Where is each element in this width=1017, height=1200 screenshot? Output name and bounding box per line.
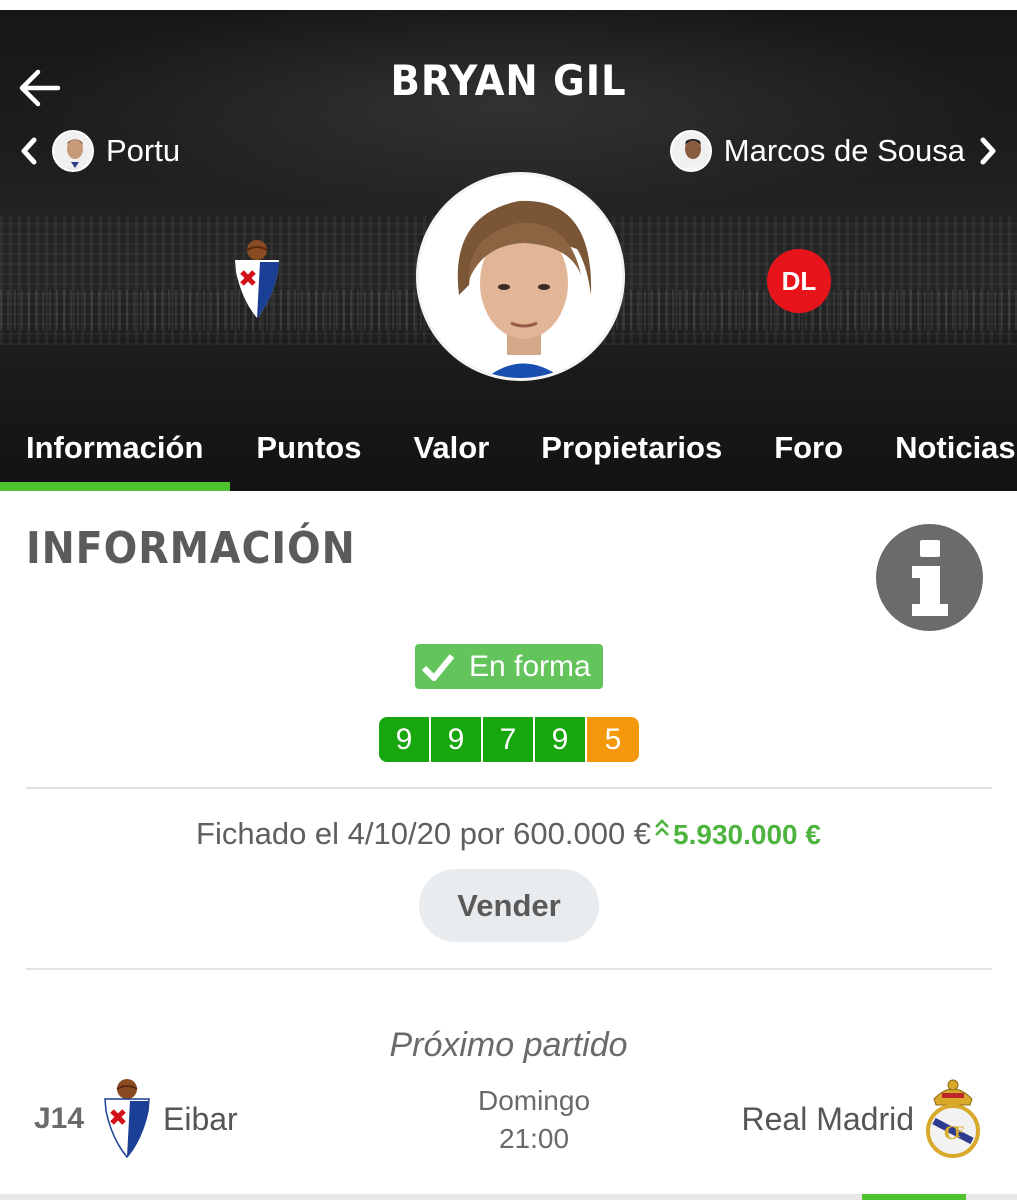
next-player-name: Marcos de Sousa [723, 133, 965, 168]
svg-text:F: F [954, 1125, 964, 1141]
check-icon [421, 653, 455, 681]
score-box: 9 [431, 717, 483, 762]
position-badge: DL [767, 249, 831, 313]
tab-puntos[interactable]: Puntos [256, 420, 361, 491]
score-box: 9 [379, 717, 431, 762]
signing-info: Fichado el 4/10/20 por 600.000 € 5.930.00… [0, 816, 1017, 852]
value-increase: 5.930.000 € [673, 819, 821, 850]
score-box: 9 [535, 717, 587, 762]
away-team-name: Real Madrid [741, 1101, 914, 1137]
player-name: BRYAN GIL [390, 56, 627, 105]
form-status-badge: En forma [415, 644, 603, 689]
prev-player-link[interactable]: Portu [18, 128, 180, 174]
score-box: 5 [587, 717, 639, 762]
signing-text: Fichado el 4/10/20 por 600.000 € [196, 816, 652, 851]
double-chevron-up-icon [655, 819, 669, 836]
match-time: 21:00 [498, 1123, 570, 1154]
next-player-avatar [669, 130, 712, 172]
player-avatar [416, 172, 625, 381]
prev-player-name: Portu [106, 133, 181, 168]
home-team-name: Eibar [163, 1101, 238, 1137]
player-header: BRYAN GIL Portu Marcos de Sousa DL Infor… [0, 0, 1017, 491]
tab-valor[interactable]: Valor [413, 420, 489, 491]
tab-foro[interactable]: Foro [774, 420, 843, 491]
next-player-link[interactable]: Marcos de Sousa [658, 128, 999, 174]
section-title: INFORMACIÓN [26, 523, 356, 574]
real-madrid-crest-icon: C F [926, 1079, 980, 1158]
recent-scores: 9 9 7 9 5 [379, 717, 639, 762]
match-day: Domingo [477, 1085, 591, 1116]
sell-button[interactable]: Vender [419, 869, 599, 942]
next-match-title: Próximo partido [389, 1026, 628, 1064]
chevron-right-icon [980, 137, 996, 165]
tab-informacion[interactable]: Información [0, 420, 231, 491]
form-status-label: En forma [469, 649, 591, 683]
prev-player-avatar [52, 130, 94, 172]
status-strip [0, 0, 1017, 10]
score-box: 7 [483, 717, 535, 762]
tab-propietarios[interactable]: Propietarios [541, 420, 722, 491]
divider [26, 787, 992, 789]
info-icon[interactable] [876, 524, 983, 631]
tab-noticias[interactable]: Noticias [895, 420, 1016, 491]
eibar-crest-icon [235, 240, 279, 318]
tab-bar: Información Puntos Valor Propietarios Fo… [0, 420, 1017, 491]
divider [26, 968, 992, 970]
chevron-left-icon [21, 137, 37, 165]
bottom-bar-accent [862, 1194, 966, 1200]
eibar-crest-icon [104, 1079, 150, 1159]
match-round: J14 [34, 1102, 85, 1135]
